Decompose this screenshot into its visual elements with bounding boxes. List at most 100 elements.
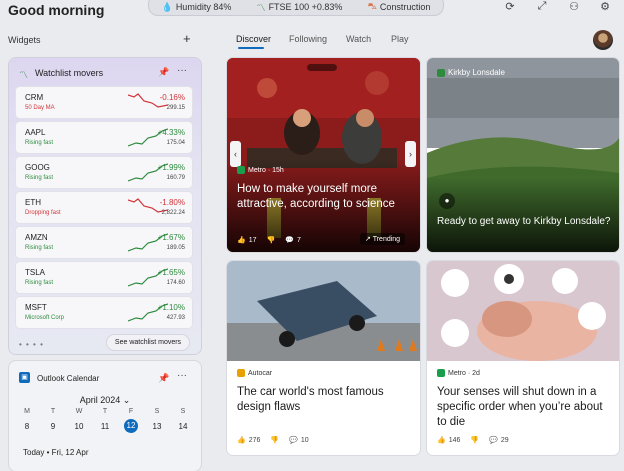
- stock-symbol: AAPL: [25, 128, 46, 137]
- widgets-label: Widgets: [8, 35, 41, 45]
- stock-price: 2,822.24: [161, 210, 185, 216]
- chevron-down-icon: ⌄: [122, 395, 131, 405]
- humidity-item[interactable]: 💧 Humidity 84%: [162, 0, 232, 13]
- add-widget-button[interactable]: +: [183, 31, 191, 46]
- location-pin-icon: ●: [439, 193, 455, 209]
- article-headline[interactable]: Your senses will shut down in a specific…: [437, 385, 612, 430]
- stock-row[interactable]: CRM 50 Day MA -0.16% 299.15: [16, 87, 192, 118]
- stock-row[interactable]: ETH Dropping fast -1.80% 2,822.24: [16, 192, 192, 223]
- calendar-weekday: W: [75, 408, 83, 415]
- calendar-date[interactable]: 8: [17, 422, 37, 431]
- carousel-next-button[interactable]: ›: [405, 141, 416, 167]
- gear-icon[interactable]: ⚙: [598, 0, 612, 14]
- info-ticker[interactable]: 💧 Humidity 84% 〽 FTSE 100 +0.83% ⛍ Const…: [148, 0, 444, 16]
- article-headline[interactable]: Ready to get away to Kirkby Lonsdale?: [437, 215, 612, 228]
- article-source: Kirkby Lonsdale: [437, 68, 505, 77]
- calendar-month-label: April 2024: [79, 395, 121, 405]
- calendar-date[interactable]: 11: [95, 422, 115, 431]
- stock-symbol: TSLA: [25, 268, 46, 277]
- article-card[interactable]: Metro · 2d Your senses will shut down in…: [427, 261, 619, 455]
- active-tab-indicator: [238, 47, 264, 49]
- calendar-today: Today • Fri, 12 Apr: [23, 448, 89, 457]
- stock-subtitle: 50 Day MA: [25, 105, 55, 111]
- ftse-label: FTSE 100 +0.83%: [268, 2, 343, 12]
- article-source: Autocar: [237, 369, 272, 377]
- like-button[interactable]: 👍 146: [437, 436, 461, 445]
- greeting-title: Good morning: [8, 2, 105, 18]
- article-source-label: Metro · 2d: [448, 369, 480, 377]
- stock-row[interactable]: GOOG Rising fast +1.99% 160.79: [16, 157, 192, 188]
- article-source: Metro · 15h: [237, 166, 284, 174]
- see-watchlist-button[interactable]: See watchlist movers: [107, 335, 189, 350]
- construction-item[interactable]: ⛍ Construction: [368, 0, 431, 13]
- stock-symbol: GOOG: [25, 163, 50, 172]
- like-count: 146: [448, 436, 461, 444]
- trending-icon: ↗: [365, 236, 371, 243]
- stock-row[interactable]: TSLA Rising fast +1.65% 174.60: [16, 262, 192, 293]
- calendar-month[interactable]: April 2024 ⌄: [9, 395, 201, 406]
- comment-count: 29: [500, 436, 509, 444]
- article-image: [227, 261, 420, 361]
- like-count: 276: [248, 436, 261, 444]
- more-options-icon[interactable]: ···: [177, 65, 187, 76]
- more-options-icon[interactable]: ···: [177, 370, 187, 381]
- stock-row[interactable]: MSFT Microsoft Corp +1.10% 427.93: [16, 297, 192, 328]
- thumbs-down-icon: 👎: [470, 437, 480, 444]
- refresh-icon[interactable]: ⟳: [503, 0, 517, 14]
- like-button[interactable]: 👍 17: [237, 236, 257, 245]
- ftse-item[interactable]: 〽 FTSE 100 +0.83%: [257, 0, 343, 14]
- comment-button[interactable]: 💬 29: [489, 436, 509, 445]
- comment-icon: 💬: [489, 437, 498, 444]
- stock-trend-icon: 〽: [19, 70, 29, 80]
- pin-icon[interactable]: 📌: [158, 373, 169, 384]
- article-card[interactable]: ‹ › Metro · 15h How to make yourself mor…: [227, 58, 420, 252]
- stock-change: +1.65%: [157, 268, 185, 277]
- tab-discover[interactable]: Discover: [236, 34, 271, 44]
- stock-subtitle: Microsoft Corp: [25, 315, 65, 321]
- comment-icon: 💬: [285, 237, 294, 244]
- calendar-weekday: M: [24, 408, 30, 415]
- calendar-date[interactable]: 9: [43, 422, 63, 431]
- tab-following[interactable]: Following: [289, 34, 327, 44]
- calendar-date-selected[interactable]: 12: [124, 419, 138, 433]
- dislike-button[interactable]: 👎: [270, 436, 279, 444]
- calendar-date[interactable]: 13: [147, 422, 167, 431]
- stock-row[interactable]: AAPL Rising fast +4.33% 175.04: [16, 122, 192, 153]
- comment-button[interactable]: 💬 10: [289, 436, 309, 445]
- watchlist-title: Watchlist movers: [35, 68, 104, 78]
- avatar[interactable]: [593, 30, 613, 50]
- like-button[interactable]: 👍 276: [237, 436, 261, 445]
- article-headline[interactable]: How to make yourself more attractive, ac…: [237, 182, 412, 212]
- dislike-button[interactable]: 👎: [470, 436, 479, 444]
- comment-count: 7: [296, 236, 301, 244]
- stock-symbol: AMZN: [25, 233, 48, 242]
- calendar-date[interactable]: 14: [173, 422, 193, 431]
- thumbs-down-icon: 👎: [270, 437, 280, 444]
- calendar-date[interactable]: 10: [69, 422, 89, 431]
- stock-symbol: CRM: [25, 93, 44, 102]
- article-image: [427, 261, 619, 361]
- article-actions: 👍 17 👎 💬 7: [237, 236, 301, 245]
- dislike-button[interactable]: 👎: [267, 236, 276, 244]
- people-icon[interactable]: ⚇: [567, 0, 581, 14]
- calendar-weekday: S: [180, 408, 186, 415]
- article-card[interactable]: Autocar The car world's most famous desi…: [227, 261, 420, 455]
- pager-dots[interactable]: • • • •: [19, 340, 44, 349]
- trend-icon: 〽: [256, 2, 266, 13]
- construction-label: Construction: [379, 2, 431, 12]
- expand-icon[interactable]: ⤢: [535, 0, 549, 14]
- tab-watch[interactable]: Watch: [346, 34, 371, 44]
- comment-button[interactable]: 💬 7: [285, 236, 301, 245]
- thumbs-up-icon: 👍: [437, 437, 446, 444]
- construction-icon: ⛍: [367, 1, 377, 11]
- thumbs-down-icon: 👎: [266, 237, 276, 244]
- carousel-prev-button[interactable]: ‹: [230, 141, 241, 167]
- article-card[interactable]: Kirkby Lonsdale ● Ready to get away to K…: [427, 58, 619, 252]
- stock-price: 174.60: [166, 280, 185, 286]
- calendar-title: Outlook Calendar: [37, 374, 100, 383]
- pin-icon[interactable]: 📌: [158, 67, 169, 78]
- metro-logo-icon: [237, 166, 245, 174]
- tab-play[interactable]: Play: [391, 34, 409, 44]
- article-headline[interactable]: The car world's most famous design flaws: [237, 385, 412, 415]
- stock-row[interactable]: AMZN Rising fast +1.67% 189.05: [16, 227, 192, 258]
